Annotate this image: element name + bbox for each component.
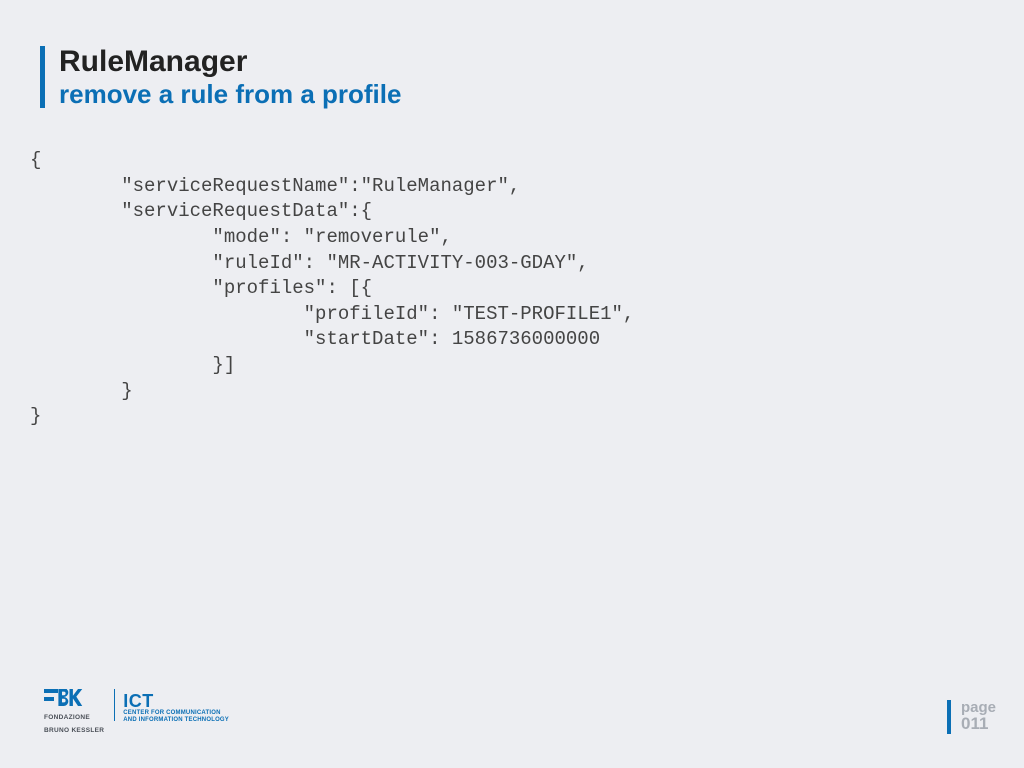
code-snippet: { "serviceRequestName":"RuleManager", "s… [30,148,634,430]
dept-block: ICT CENTER FOR COMMUNICATION AND INFORMA… [123,692,229,723]
page-indicator: page 011 [947,700,996,734]
dept-abbrev: ICT [123,692,229,710]
org-name-line2: BRUNO KESSLER [44,728,104,735]
dept-line1: CENTER FOR COMMUNICATION [123,710,229,717]
org-name-line1: FONDAZIONE [44,715,104,722]
slide-title: RuleManager [59,46,401,78]
page-number: 011 [961,715,996,734]
fbk-logo-mark: FONDAZIONE BRUNO KESSLER [44,689,104,734]
logo-divider [114,689,115,721]
fbk-glyph-icon [44,689,88,709]
page-label: page [961,700,996,715]
slide-title-block: RuleManager remove a rule from a profile [40,46,401,108]
dept-line2: AND INFORMATION TECHNOLOGY [123,717,229,724]
slide-subtitle: remove a rule from a profile [59,80,401,109]
footer-logo: FONDAZIONE BRUNO KESSLER ICT CENTER FOR … [44,689,229,734]
